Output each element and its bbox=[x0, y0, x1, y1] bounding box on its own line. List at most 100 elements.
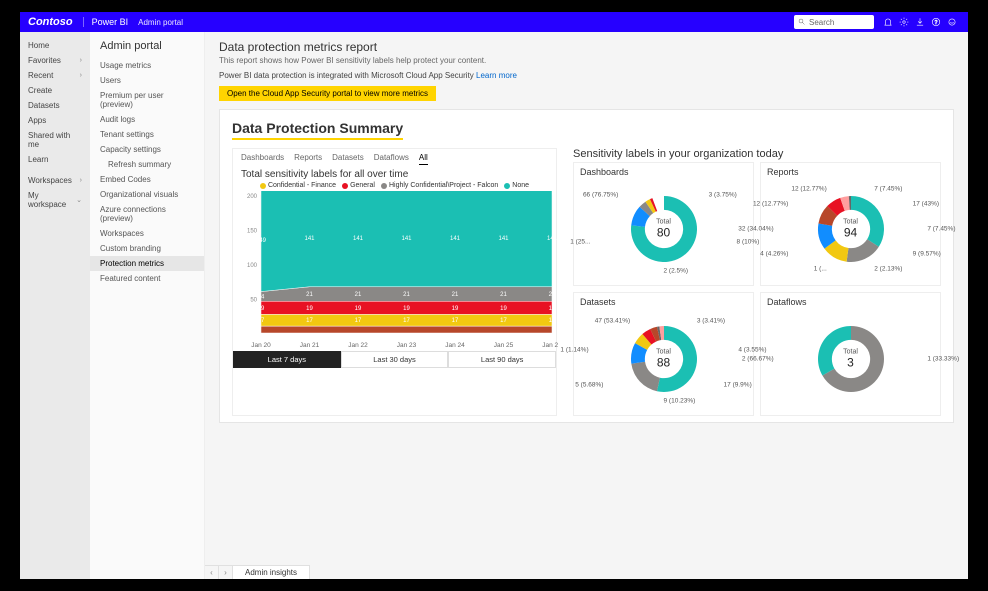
nav-item-favorites[interactable]: Favorites› bbox=[20, 53, 90, 68]
page-title: Data protection metrics report bbox=[219, 40, 954, 54]
footer-prev[interactable]: ‹ bbox=[205, 566, 219, 579]
donut-chart: Total883 (3.41%)4 (3.55%)17 (9.9%)9 (10.… bbox=[580, 309, 747, 409]
sidemenu-item-embed-codes[interactable]: Embed Codes bbox=[90, 172, 204, 187]
sidemenu-item-protection-metrics[interactable]: Protection metrics bbox=[90, 256, 204, 271]
page-note: Power BI data protection is integrated w… bbox=[219, 71, 954, 80]
donut-section: Sensitivity labels in your organization … bbox=[573, 148, 941, 416]
svg-text:19: 19 bbox=[549, 306, 556, 312]
sidemenu-item-usage-metrics[interactable]: Usage metrics bbox=[90, 58, 204, 73]
svg-text:17: 17 bbox=[452, 318, 459, 324]
sidemenu-item-premium-per-user-preview-[interactable]: Premium per user (preview) bbox=[90, 88, 204, 112]
sidemenu-item-tenant-settings[interactable]: Tenant settings bbox=[90, 127, 204, 142]
search-input[interactable]: Search bbox=[794, 15, 874, 29]
app-name[interactable]: Power BI bbox=[83, 17, 129, 27]
report-panel: Data Protection Summary Dashboards Report… bbox=[219, 109, 954, 423]
svg-text:14: 14 bbox=[258, 294, 265, 300]
svg-text:21: 21 bbox=[500, 292, 507, 298]
svg-text:19: 19 bbox=[306, 306, 313, 312]
donut-title: Dataflows bbox=[767, 297, 934, 307]
nav-item-create[interactable]: Create bbox=[20, 83, 90, 98]
svg-text:21: 21 bbox=[452, 292, 459, 298]
open-cas-button[interactable]: Open the Cloud App Security portal to vi… bbox=[219, 86, 436, 101]
donut-title: Datasets bbox=[580, 297, 747, 307]
svg-text:17: 17 bbox=[403, 318, 410, 324]
sidemenu-item-organizational-visuals[interactable]: Organizational visuals bbox=[90, 187, 204, 202]
nav-item-datasets[interactable]: Datasets bbox=[20, 98, 90, 113]
footer-tab-admin-insights[interactable]: Admin insights bbox=[233, 566, 310, 579]
nav-item-apps[interactable]: Apps bbox=[20, 113, 90, 128]
sidemenu-item-refresh-summary[interactable]: Refresh summary bbox=[90, 157, 204, 172]
report-tab-dashboards[interactable]: Dashboards bbox=[241, 153, 284, 165]
top-bar: Contoso Power BI Admin portal Search ? bbox=[20, 12, 968, 32]
sidemenu-item-audit-logs[interactable]: Audit logs bbox=[90, 112, 204, 127]
nav-item-learn[interactable]: Learn bbox=[20, 152, 90, 167]
nav-item-shared-with-me[interactable]: Shared with me bbox=[20, 128, 90, 152]
nav-item-my-workspace[interactable]: My workspace⌄ bbox=[20, 188, 90, 212]
sidemenu-item-azure-connections-preview-[interactable]: Azure connections (preview) bbox=[90, 202, 204, 226]
report-title: Data Protection Summary bbox=[232, 120, 403, 140]
svg-text:Jan 22: Jan 22 bbox=[348, 342, 368, 349]
breadcrumb[interactable]: Admin portal bbox=[138, 18, 183, 27]
svg-text:141: 141 bbox=[450, 236, 461, 242]
feedback-icon[interactable] bbox=[944, 14, 960, 30]
svg-text:?: ? bbox=[935, 20, 938, 26]
svg-text:100: 100 bbox=[247, 263, 258, 269]
notifications-icon[interactable] bbox=[880, 14, 896, 30]
svg-text:21: 21 bbox=[306, 292, 313, 298]
svg-text:141: 141 bbox=[547, 236, 558, 242]
time-tab-2[interactable]: Last 90 days bbox=[448, 351, 556, 368]
svg-text:Jan 24: Jan 24 bbox=[445, 342, 465, 349]
svg-text:19: 19 bbox=[403, 306, 410, 312]
svg-text:141: 141 bbox=[401, 236, 412, 242]
donut-card-dashboards: DashboardsTotal803 (3.75%)8 (10%)2 (2.5%… bbox=[573, 162, 754, 286]
svg-text:17: 17 bbox=[306, 318, 313, 324]
settings-icon[interactable] bbox=[896, 14, 912, 30]
help-icon[interactable]: ? bbox=[928, 14, 944, 30]
nav-item-recent[interactable]: Recent› bbox=[20, 68, 90, 83]
donut-chart: Total947 (7.45%)17 (43%)7 (7.45%)9 (9.57… bbox=[767, 179, 934, 279]
time-tab-1[interactable]: Last 30 days bbox=[341, 351, 449, 368]
svg-text:149: 149 bbox=[256, 238, 267, 244]
sidemenu-item-capacity-settings[interactable]: Capacity settings bbox=[90, 142, 204, 157]
svg-text:Jan 21: Jan 21 bbox=[300, 342, 320, 349]
footer-next[interactable]: › bbox=[219, 566, 233, 579]
page-subtitle: This report shows how Power BI sensitivi… bbox=[219, 56, 954, 65]
svg-text:141: 141 bbox=[304, 236, 315, 242]
donut-chart: Total803 (3.75%)8 (10%)2 (2.5%)1 (25...6… bbox=[580, 179, 747, 279]
nav-item-workspaces[interactable]: Workspaces› bbox=[20, 173, 90, 188]
svg-text:200: 200 bbox=[247, 194, 258, 200]
svg-text:17: 17 bbox=[355, 318, 362, 324]
legend-item: Confidential - Finance bbox=[260, 182, 336, 189]
donut-card-dataflows: DataflowsTotal31 (33.33%)2 (66.67%) bbox=[760, 292, 941, 416]
search-icon bbox=[798, 18, 806, 26]
sidemenu-item-featured-content[interactable]: Featured content bbox=[90, 271, 204, 286]
svg-text:150: 150 bbox=[247, 229, 258, 235]
svg-text:17: 17 bbox=[500, 318, 507, 324]
footer-tabs: ‹ › Admin insights bbox=[205, 565, 310, 579]
nav-item-home[interactable]: Home bbox=[20, 38, 90, 53]
svg-text:19: 19 bbox=[258, 306, 265, 312]
sidemenu-item-users[interactable]: Users bbox=[90, 73, 204, 88]
time-tab-0[interactable]: Last 7 days bbox=[233, 351, 341, 368]
sidemenu-item-workspaces[interactable]: Workspaces bbox=[90, 226, 204, 241]
area-chart: 5010015020017171717171717191919191919191… bbox=[233, 191, 558, 351]
svg-text:21: 21 bbox=[403, 292, 410, 298]
svg-text:19: 19 bbox=[500, 306, 507, 312]
report-tab-datasets[interactable]: Datasets bbox=[332, 153, 364, 165]
svg-text:17: 17 bbox=[258, 318, 265, 324]
area-chart-title: Total sensitivity labels for all over ti… bbox=[233, 165, 556, 182]
download-icon[interactable] bbox=[912, 14, 928, 30]
report-tab-reports[interactable]: Reports bbox=[294, 153, 322, 165]
main-content: Data protection metrics report This repo… bbox=[205, 32, 968, 579]
report-tab-all[interactable]: All bbox=[419, 153, 428, 165]
donut-card-reports: ReportsTotal947 (7.45%)17 (43%)7 (7.45%)… bbox=[760, 162, 941, 286]
learn-more-link[interactable]: Learn more bbox=[476, 71, 517, 80]
sidemenu-item-custom-branding[interactable]: Custom branding bbox=[90, 241, 204, 256]
area-legend: Confidential - FinanceGeneralHighly Conf… bbox=[233, 182, 556, 191]
left-nav: HomeFavorites›Recent›CreateDatasetsAppsS… bbox=[20, 32, 90, 579]
sidemenu-title: Admin portal bbox=[90, 38, 204, 58]
svg-text:Jan 25: Jan 25 bbox=[494, 342, 514, 349]
report-tab-dataflows[interactable]: Dataflows bbox=[374, 153, 409, 165]
donut-card-datasets: Datasets Total883 (3.41%)4 (3.55%)17 (9.9… bbox=[573, 292, 754, 416]
svg-text:141: 141 bbox=[498, 236, 509, 242]
